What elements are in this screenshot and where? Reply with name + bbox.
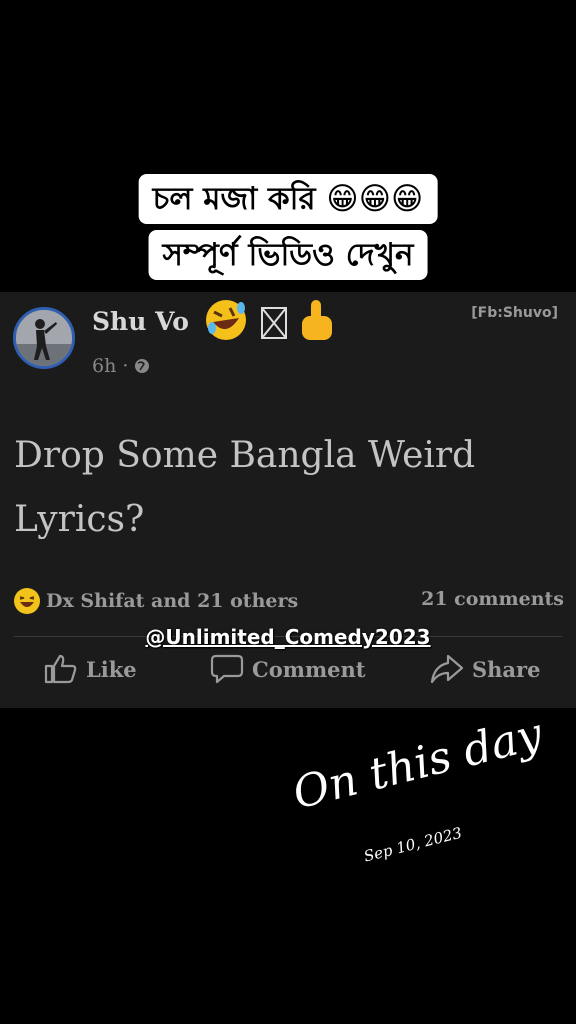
post-text-line-2: Lyrics? — [14, 499, 145, 540]
like-button[interactable]: Like — [44, 654, 137, 684]
globe-icon — [135, 359, 150, 373]
on-this-day-date: Sep 10, 2023 — [362, 823, 464, 866]
comment-button[interactable]: Comment — [210, 654, 366, 684]
like-label: Like — [86, 656, 137, 682]
post-time-text: 6h · — [92, 355, 129, 377]
emoji-group — [206, 300, 332, 340]
thumbs-up-icon — [44, 654, 77, 684]
post-time: 6h · — [92, 355, 150, 377]
comment-label: Comment — [252, 656, 366, 682]
action-bar: Like Comment Share — [0, 654, 576, 694]
haha-reaction-icon — [14, 588, 40, 614]
avatar-photo-icon — [16, 310, 72, 366]
missing-glyph-icon — [261, 307, 287, 339]
reactions-text: Dx Shifat and 21 others — [46, 590, 299, 612]
comments-count[interactable]: 21 comments — [421, 588, 564, 610]
watermark: @Unlimited_Comedy2023 — [145, 625, 431, 649]
facebook-post-card: Shu Vo 6h · [Fb:Shuvo] Drop Some Bangla … — [0, 292, 576, 708]
caption-line-1: চল মজা করি 😁😁😁 — [138, 174, 438, 224]
author-name[interactable]: Shu Vo — [92, 307, 189, 336]
reactions-summary[interactable]: Dx Shifat and 21 others — [14, 588, 298, 614]
post-text: Drop Some Bangla Weird Lyrics? — [14, 424, 569, 552]
avatar[interactable] — [13, 307, 75, 369]
share-arrow-icon — [430, 654, 464, 684]
pointing-up-hand-icon — [302, 300, 332, 340]
on-this-day-title: On this day — [288, 708, 548, 820]
comment-icon — [210, 654, 244, 684]
post-text-line-1: Drop Some Bangla Weird — [14, 435, 476, 476]
share-label: Share — [472, 656, 541, 682]
share-button[interactable]: Share — [430, 654, 540, 684]
rofl-emoji-icon — [206, 300, 246, 340]
caption-line-2: সম্পূর্ণ ভিডিও দেখুন — [148, 230, 428, 280]
source-tag: [Fb:Shuvo] — [471, 305, 558, 321]
